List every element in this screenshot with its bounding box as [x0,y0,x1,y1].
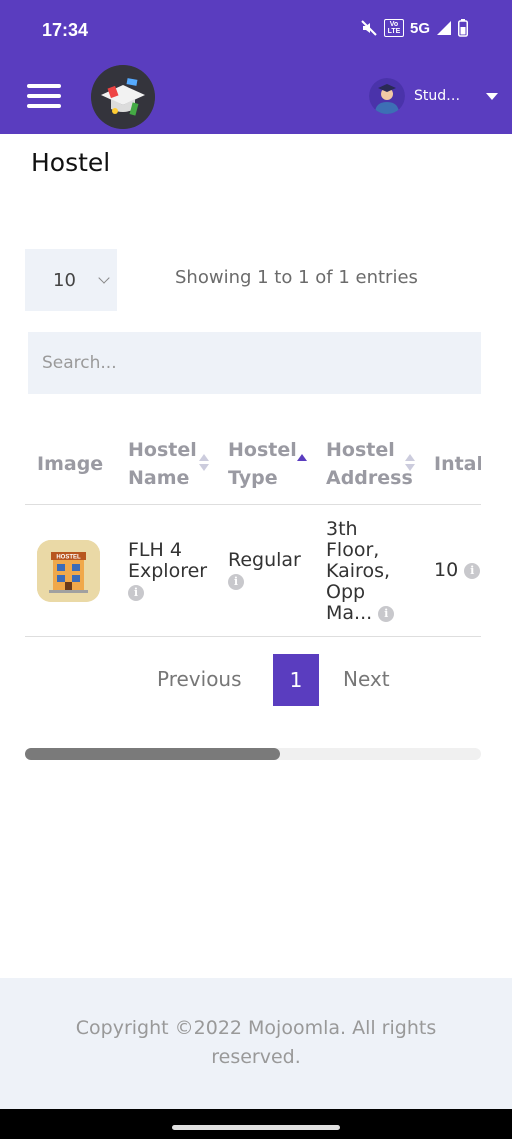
column-header-hostel-address[interactable]: Hostel Address [326,436,413,492]
pagination: Previous 1 Next [0,654,512,706]
entries-length-value: 10 [53,269,76,291]
hostel-table: Image Hostel Name Hostel Type Hostel Add… [25,418,481,638]
column-header-hostel-type[interactable]: Hostel Type [228,436,297,492]
column-header-image[interactable]: Image [37,450,103,478]
chevron-down-icon [98,271,110,284]
sort-asc-icon[interactable] [297,454,307,474]
table-info-text: Showing 1 to 1 of 1 entries [175,267,418,288]
sort-icon[interactable] [405,454,415,474]
hamburger-icon[interactable] [27,84,61,110]
search-input[interactable] [28,332,481,394]
home-gesture-bar[interactable] [172,1125,340,1130]
volte-icon: Vo LTE [383,19,404,37]
user-menu[interactable]: Stude... [369,78,498,114]
battery-icon [458,19,468,37]
footer: Copyright ©2022 Mojoomla. All rights res… [0,978,512,1109]
page-title: Hostel [31,148,111,177]
signal-icon [437,21,451,35]
info-circle-icon[interactable]: i [228,573,244,590]
cell-hostel-address: 3th Floor, Kairos, Opp Ma... i [326,519,395,624]
hostel-image: HOSTEL [37,540,100,602]
school-logo[interactable] [91,65,155,129]
divider [25,636,481,637]
previous-page-button[interactable]: Previous [157,667,242,691]
status-bar: 17:34 Vo LTE 5G [0,0,512,60]
status-icons: Vo LTE 5G [360,19,468,37]
network-label: 5G [409,19,430,37]
horizontal-scrollbar[interactable] [25,748,481,760]
caret-down-icon[interactable] [486,92,498,100]
copyright-text: Copyright ©2022 Mojoomla. All rights res… [75,1017,437,1068]
app-bar: Stude... [0,60,512,134]
cell-hostel-type: Regular i [228,549,301,590]
cell-hostel-name: FLH 4 Explorer i [128,539,208,601]
sort-icon[interactable] [199,454,209,474]
divider [25,504,481,505]
info-circle-icon[interactable]: i [464,562,481,579]
scrollbar-thumb[interactable] [25,748,280,760]
next-page-button[interactable]: Next [343,667,390,691]
cell-intake: 10 i [434,560,481,581]
system-nav-bar [0,1109,512,1139]
user-name: Stude... [414,88,466,104]
column-header-hostel-name[interactable]: Hostel Name [128,436,197,492]
page-1-button[interactable]: 1 [273,654,319,706]
info-circle-icon[interactable]: i [378,605,395,622]
status-time: 17:34 [42,20,89,40]
hostel-sign-text: HOSTEL [56,555,81,561]
mute-icon [361,20,377,36]
avatar [369,78,405,114]
entries-length-select[interactable]: 10 [25,249,117,311]
column-header-intake[interactable]: Intak [434,450,481,478]
info-circle-icon[interactable]: i [128,584,144,601]
